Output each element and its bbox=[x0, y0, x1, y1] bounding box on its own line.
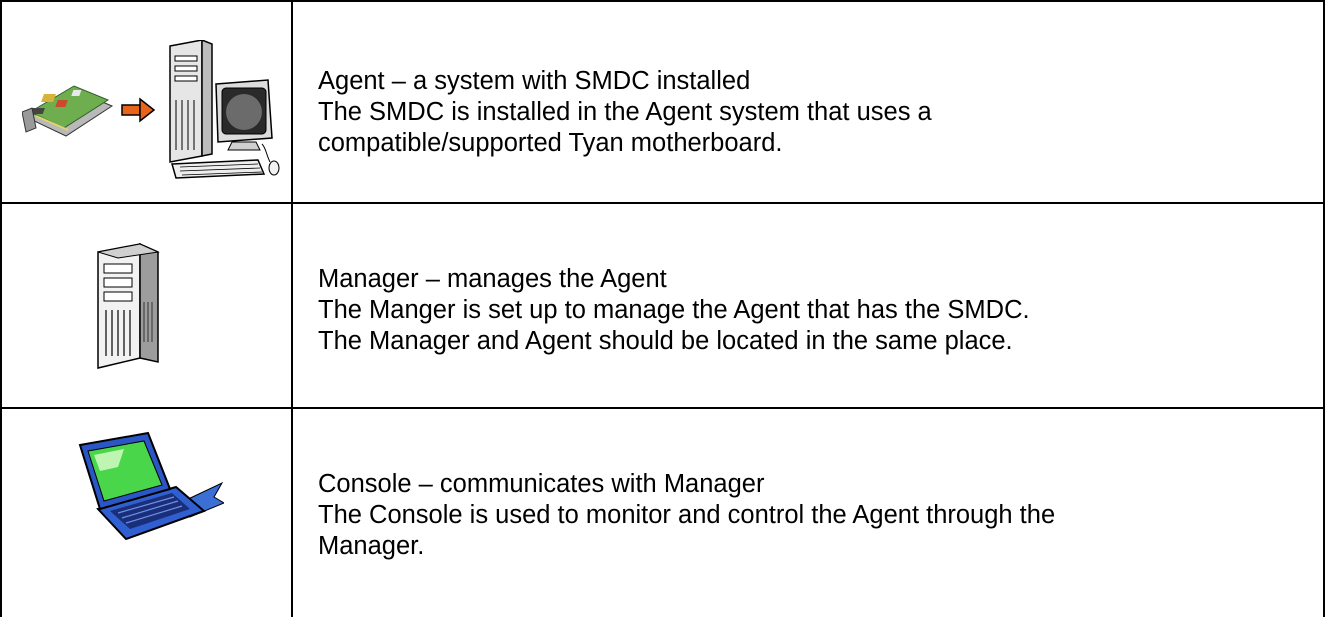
table-row-manager: Manager – manages the Agent The Manger i… bbox=[0, 204, 1325, 409]
manager-line-1: The Manger is set up to manage the Agent… bbox=[318, 296, 1030, 324]
table-column-divider bbox=[291, 0, 293, 617]
table-border-left bbox=[0, 0, 2, 617]
agent-line-1: The SMDC is installed in the Agent syste… bbox=[318, 98, 932, 126]
agent-icon-cell bbox=[2, 2, 291, 202]
console-line-2: Manager. bbox=[318, 532, 425, 560]
agent-description: Agent – a system with SMDC installed The… bbox=[318, 2, 1318, 202]
manager-description: Manager – manages the Agent The Manger i… bbox=[318, 204, 1318, 407]
table-row-console: Console – communicates with Manager The … bbox=[0, 409, 1325, 617]
table-row-agent: Agent – a system with SMDC installed The… bbox=[0, 0, 1325, 204]
arrow-right-icon bbox=[121, 97, 156, 123]
manager-line-2: The Manager and Agent should be located … bbox=[318, 327, 1013, 355]
manager-heading: Manager – manages the Agent bbox=[318, 265, 667, 293]
console-heading: Console – communicates with Manager bbox=[318, 470, 765, 498]
laptop-icon bbox=[78, 431, 224, 541]
component-table: Agent – a system with SMDC installed The… bbox=[0, 0, 1327, 617]
console-line-1: The Console is used to monitor and contr… bbox=[318, 501, 1056, 529]
agent-heading: Agent – a system with SMDC installed bbox=[318, 67, 751, 95]
server-tower-icon bbox=[97, 242, 160, 369]
circuit-board-icon bbox=[22, 85, 114, 137]
desktop-computer-icon bbox=[169, 40, 280, 179]
console-icon-cell bbox=[2, 409, 291, 617]
table-border-right bbox=[1323, 0, 1325, 617]
agent-line-2: compatible/supported Tyan motherboard. bbox=[318, 129, 783, 157]
console-description: Console – communicates with Manager The … bbox=[318, 409, 1318, 617]
manager-icon-cell bbox=[2, 204, 291, 407]
